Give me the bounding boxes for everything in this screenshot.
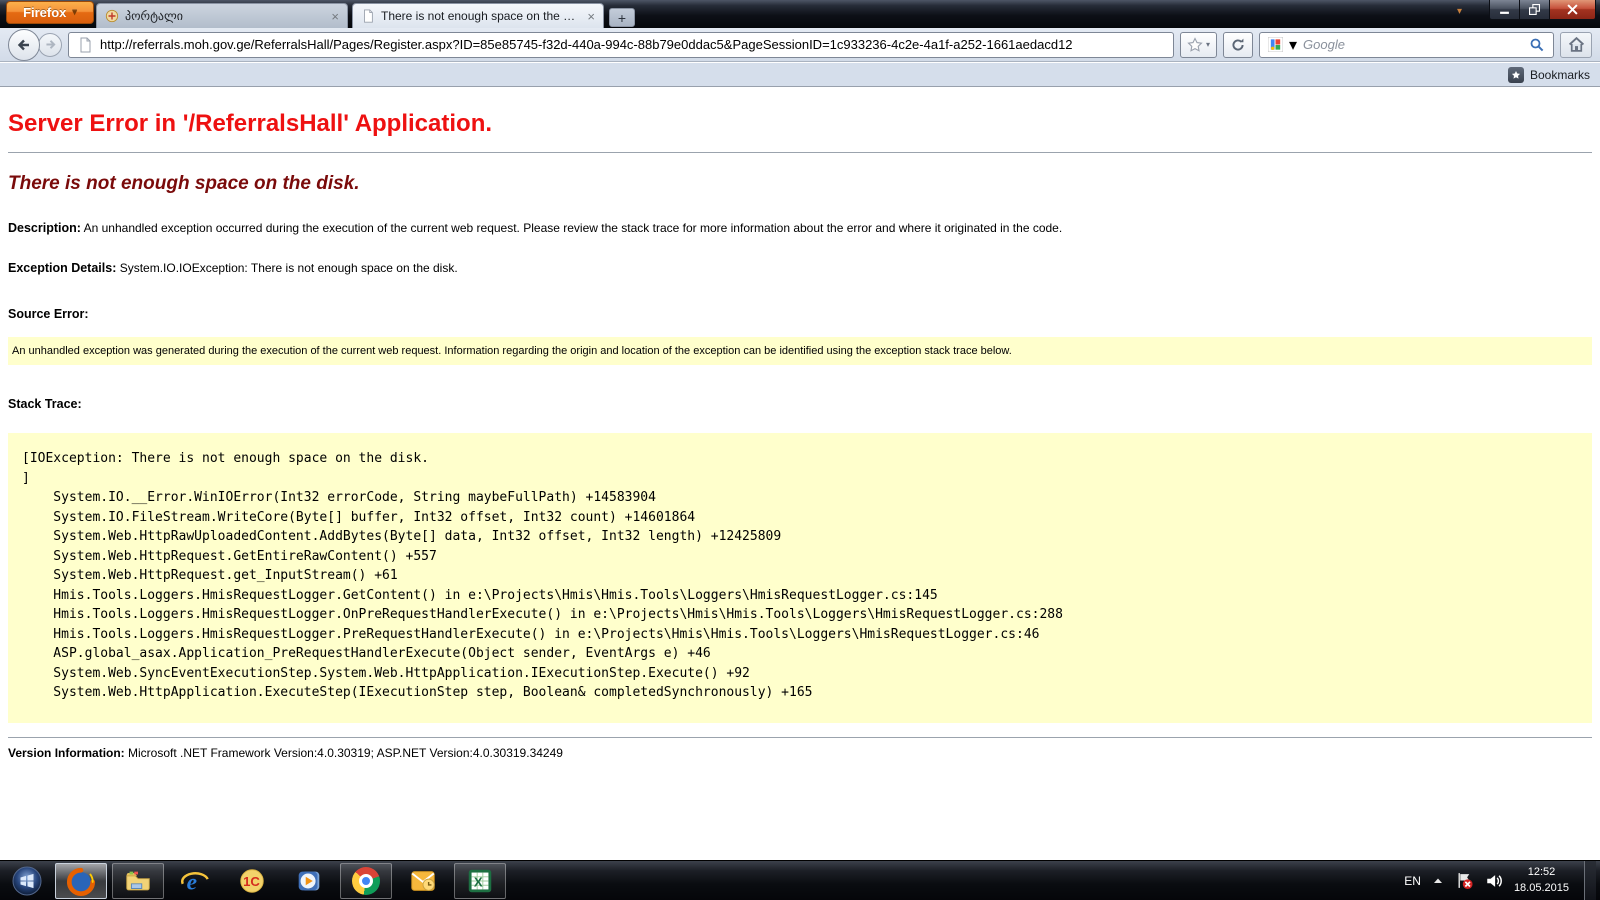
version-label: Version Information: xyxy=(8,746,125,760)
stack-trace-text: [IOException: There is not enough space … xyxy=(22,449,1578,703)
restore-icon xyxy=(1529,4,1540,15)
page-title: Server Error in '/ReferralsHall' Applica… xyxy=(8,110,1592,138)
tab-title: პორტალი xyxy=(125,9,325,23)
google-icon xyxy=(1268,37,1283,52)
reload-icon xyxy=(1230,37,1246,53)
home-button[interactable] xyxy=(1560,32,1592,58)
tab-close-icon[interactable]: × xyxy=(587,9,595,24)
clock-time: 12:52 xyxy=(1514,865,1569,881)
exception-details-line: Exception Details: System.IO.IOException… xyxy=(8,261,1592,275)
close-button[interactable] xyxy=(1549,0,1596,20)
action-center-flag-icon[interactable] xyxy=(1455,871,1474,890)
description-label: Description: xyxy=(8,221,81,235)
home-icon xyxy=(1568,36,1585,53)
taskbar-explorer-button[interactable] xyxy=(112,863,164,899)
page-icon xyxy=(361,9,375,23)
titlebar: Firefox ▾ პორტალი × There is not enough … xyxy=(0,0,1600,28)
bookmark-star-button[interactable]: ▾ xyxy=(1180,32,1217,58)
internet-explorer-icon: e xyxy=(180,866,210,896)
chevron-down-icon[interactable]: ▾ xyxy=(1289,35,1297,55)
svg-text:1C: 1C xyxy=(243,874,260,889)
divider xyxy=(8,737,1592,738)
bookmarks-menu-button[interactable]: Bookmarks xyxy=(1530,68,1590,82)
exception-details-label: Exception Details: xyxy=(8,261,116,275)
version-information-line: Version Information: Microsoft .NET Fram… xyxy=(8,746,1592,760)
tab-error-page[interactable]: There is not enough space on the dis... … xyxy=(352,3,604,28)
exception-details-text: System.IO.IOException: There is not enou… xyxy=(116,261,457,275)
show-desktop-button[interactable] xyxy=(1584,861,1596,900)
taskbar-media-player-button[interactable] xyxy=(283,863,335,899)
chevron-down-icon: ▾ xyxy=(1206,40,1210,49)
stack-trace-box: [IOException: There is not enough space … xyxy=(8,433,1592,723)
forward-button[interactable] xyxy=(38,33,62,57)
taskbar-1c-button[interactable]: 1C xyxy=(226,863,278,899)
outlook-icon xyxy=(408,866,438,896)
forward-arrow-icon xyxy=(44,38,57,51)
new-tab-button[interactable]: + xyxy=(609,8,635,27)
search-box[interactable]: ▾ Google xyxy=(1259,32,1554,58)
tab-portal[interactable]: პორტალი × xyxy=(96,3,348,28)
minimize-button[interactable] xyxy=(1489,0,1520,20)
volume-icon[interactable] xyxy=(1485,872,1503,890)
firefox-icon xyxy=(66,866,96,896)
description-text: An unhandled exception occurred during t… xyxy=(81,221,1062,235)
tab-title: There is not enough space on the dis... xyxy=(381,9,581,23)
url-bar[interactable]: http://referrals.moh.gov.ge/ReferralsHal… xyxy=(68,32,1174,58)
taskbar-internet-explorer-button[interactable]: e xyxy=(169,863,221,899)
bookmarks-star-icon xyxy=(1508,67,1524,83)
windows-media-player-icon xyxy=(294,866,324,896)
back-arrow-icon xyxy=(16,37,32,53)
search-icon[interactable] xyxy=(1529,37,1545,53)
system-tray: EN 12:52 18.05.2015 xyxy=(1404,861,1600,900)
url-text: http://referrals.moh.gov.ge/ReferralsHal… xyxy=(100,37,1073,52)
taskbar: e 1C xyxy=(0,860,1600,900)
reload-button[interactable] xyxy=(1223,32,1253,58)
1c-enterprise-icon: 1C xyxy=(237,866,267,896)
language-indicator[interactable]: EN xyxy=(1404,874,1421,888)
stack-trace-heading: Stack Trace: xyxy=(8,397,1592,411)
windows-start-icon xyxy=(11,865,43,897)
error-page-content: Server Error in '/ReferralsHall' Applica… xyxy=(0,88,1600,860)
version-text: Microsoft .NET Framework Version:4.0.303… xyxy=(125,746,563,760)
error-subtitle: There is not enough space on the disk. xyxy=(8,173,1592,195)
star-icon xyxy=(1187,37,1203,53)
window-controls xyxy=(1489,0,1596,20)
minimize-icon xyxy=(1499,4,1510,15)
browser-window: Firefox ▾ პორტალი × There is not enough … xyxy=(0,0,1600,900)
list-all-tabs-icon[interactable]: ▾ xyxy=(1457,6,1462,17)
georgia-emblem-icon xyxy=(105,9,119,23)
tab-strip: პორტალი × There is not enough space on t… xyxy=(96,3,635,28)
clock-date: 18.05.2015 xyxy=(1514,881,1569,897)
taskbar-firefox-button[interactable] xyxy=(55,863,107,899)
firefox-menu-label: Firefox xyxy=(23,5,66,20)
taskbar-excel-button[interactable]: X xyxy=(454,863,506,899)
back-button[interactable] xyxy=(8,29,40,61)
divider xyxy=(8,152,1592,153)
clock[interactable]: 12:52 18.05.2015 xyxy=(1514,865,1573,897)
search-placeholder: Google xyxy=(1303,37,1523,52)
start-button[interactable] xyxy=(4,861,50,900)
page-icon xyxy=(77,37,93,53)
tab-close-icon[interactable]: × xyxy=(331,9,339,24)
close-icon xyxy=(1567,4,1578,15)
svg-text:X: X xyxy=(474,874,483,889)
excel-icon: X xyxy=(465,866,495,896)
navigation-toolbar: http://referrals.moh.gov.ge/ReferralsHal… xyxy=(0,28,1600,62)
firefox-menu-button[interactable]: Firefox ▾ xyxy=(6,1,94,24)
restore-button[interactable] xyxy=(1520,0,1549,20)
show-hidden-icons-icon[interactable] xyxy=(1432,876,1444,885)
source-error-box: An unhandled exception was generated dur… xyxy=(8,337,1592,365)
google-chrome-icon xyxy=(352,867,380,895)
description-line: Description: An unhandled exception occu… xyxy=(8,221,1592,235)
chevron-down-icon: ▾ xyxy=(72,7,77,18)
windows-explorer-icon xyxy=(123,866,153,896)
source-error-heading: Source Error: xyxy=(8,307,1592,321)
taskbar-chrome-button[interactable] xyxy=(340,863,392,899)
taskbar-outlook-button[interactable] xyxy=(397,863,449,899)
bookmarks-toolbar: Bookmarks xyxy=(0,63,1600,87)
